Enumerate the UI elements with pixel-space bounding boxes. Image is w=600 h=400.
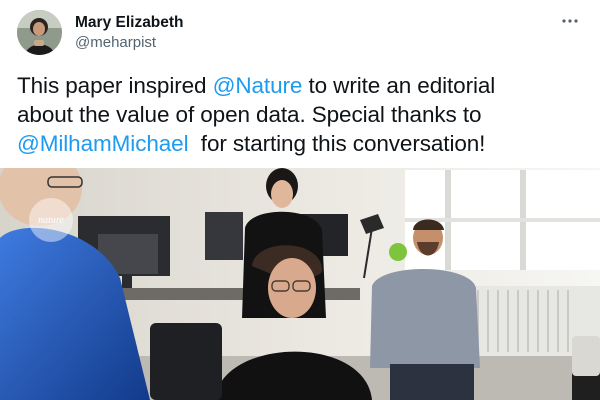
mention-nature[interactable]: @Nature — [213, 73, 303, 98]
nature-watermark: nature — [29, 198, 73, 242]
avatar-image — [17, 10, 62, 55]
office-photo — [0, 168, 600, 400]
tweet-line-2: about the value of open data. Special th… — [17, 100, 583, 129]
tweet-line-1: This paper inspired @Nature to write an … — [17, 71, 583, 100]
tweet-text-segment: This paper inspired — [17, 73, 213, 98]
author-display-name[interactable]: Mary Elizabeth — [75, 13, 184, 32]
tweet-header: Mary Elizabeth @meharpist — [17, 8, 583, 58]
author-avatar[interactable] — [17, 10, 62, 55]
author-names: Mary Elizabeth @meharpist — [75, 13, 184, 52]
author-handle[interactable]: @meharpist — [75, 34, 184, 52]
tweet-text-segment: for starting this conversation! — [188, 131, 486, 156]
more-horizontal-icon — [562, 19, 578, 23]
tweet-media-photo[interactable]: nature — [0, 168, 600, 400]
tweet-card: Mary Elizabeth @meharpist This paper ins… — [0, 0, 600, 400]
tweet-text-segment: about the value of open data. Special th… — [17, 102, 482, 127]
tweet-line-3: @MilhamMichael for starting this convers… — [17, 129, 583, 158]
mention-milhammichael[interactable]: @MilhamMichael — [17, 131, 189, 156]
tweet-text-segment: to write an editorial — [302, 73, 496, 98]
more-options-button[interactable] — [557, 8, 583, 34]
tweet-body: This paper inspired @Nature to write an … — [17, 71, 583, 158]
